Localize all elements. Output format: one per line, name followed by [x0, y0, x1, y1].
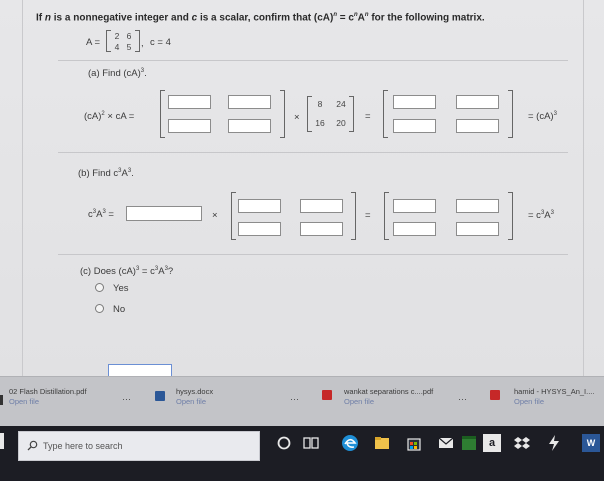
- file-explorer-icon[interactable]: [373, 434, 391, 452]
- download-open-link[interactable]: Open file: [514, 397, 544, 406]
- download-file-name: hysys.docx: [176, 387, 214, 396]
- answer-input[interactable]: [228, 95, 271, 109]
- matrix-a-cell: 4: [114, 42, 120, 52]
- download-file-name: 02 Flash Distillation.pdf: [9, 387, 87, 396]
- answer-input[interactable]: [393, 222, 436, 236]
- question-frame: [22, 0, 584, 376]
- part-a-lhs: (cA)2 × cA =: [84, 111, 135, 123]
- part-b-lhs: c3A3 =: [88, 209, 114, 221]
- download-item[interactable]: hysys.docx Open file: [155, 385, 295, 415]
- no-label: No: [113, 304, 126, 315]
- equals-sign: =: [365, 111, 371, 122]
- matrix-a-comma: ,: [141, 38, 144, 49]
- answer-input[interactable]: [393, 119, 436, 133]
- lightning-app-icon[interactable]: [545, 434, 563, 452]
- scalar-c-value: c = 4: [150, 37, 171, 48]
- download-item[interactable]: hamid - HYSYS_An_I.... Open file: [490, 385, 604, 415]
- pdf-file-icon: [322, 390, 332, 400]
- part-a-label: (a) Find (cA)3.: [88, 68, 147, 80]
- matrix-right-bracket: [508, 192, 513, 240]
- divider: [58, 152, 568, 153]
- answer-input[interactable]: [168, 119, 211, 133]
- part-b-label: (b) Find c3A3.: [78, 168, 134, 180]
- yes-radio[interactable]: [95, 283, 104, 292]
- yes-label: Yes: [113, 283, 129, 294]
- divider: [58, 254, 568, 255]
- given-matrix-cell: 8: [317, 99, 323, 109]
- given-matrix-right-bracket: [349, 96, 354, 132]
- start-button-edge[interactable]: [0, 433, 4, 449]
- docx-file-icon: [155, 391, 165, 401]
- dropbox-icon[interactable]: [513, 434, 531, 452]
- no-radio[interactable]: [95, 304, 104, 313]
- equals-sign: =: [365, 210, 371, 221]
- matrix-a-label: A =: [86, 37, 100, 48]
- answer-input[interactable]: [456, 222, 499, 236]
- search-placeholder: Type here to search: [43, 441, 123, 451]
- matrix-a-right-bracket: [135, 30, 140, 52]
- task-view-icon[interactable]: [302, 434, 320, 452]
- given-matrix-cell: 20: [336, 118, 346, 128]
- answer-input[interactable]: [168, 95, 211, 109]
- answer-input[interactable]: [238, 199, 281, 213]
- download-more-button[interactable]: ···: [122, 394, 131, 404]
- store-icon[interactable]: [405, 434, 423, 452]
- given-matrix-cell: 24: [336, 99, 346, 109]
- word-icon[interactable]: W: [582, 434, 600, 452]
- mail-icon[interactable]: [437, 434, 455, 452]
- matrix-right-bracket: [508, 90, 513, 138]
- answer-input[interactable]: [456, 95, 499, 109]
- download-open-link[interactable]: Open file: [176, 397, 206, 406]
- part-c-label: (c) Does (cA)3 = c3A3?: [80, 266, 174, 278]
- download-more-button[interactable]: ···: [290, 394, 299, 404]
- download-file-name: wankat separations c....pdf: [344, 387, 434, 396]
- times-sign: ×: [294, 112, 300, 123]
- matrix-left-bracket: [231, 192, 236, 240]
- question-panel: If n is a nonnegative integer and c is a…: [0, 0, 604, 377]
- matrix-right-bracket: [280, 90, 285, 138]
- taskbar: Type here to search a W: [0, 426, 604, 481]
- matrix-a-cell: 5: [126, 42, 132, 52]
- cortana-icon[interactable]: [275, 434, 293, 452]
- part-a-result: = (cA)3: [528, 111, 557, 123]
- download-item[interactable]: wankat separations c....pdf Open file: [322, 385, 462, 415]
- taskbar-search-box[interactable]: Type here to search: [18, 431, 260, 461]
- answer-input[interactable]: [456, 199, 499, 213]
- download-more-button[interactable]: ···: [458, 394, 467, 404]
- download-item[interactable]: 02 Flash Distillation.pdf Open file: [0, 385, 140, 415]
- answer-input[interactable]: [300, 222, 343, 236]
- given-matrix-cell: 16: [315, 118, 325, 128]
- answer-input[interactable]: [228, 119, 271, 133]
- download-open-link[interactable]: Open file: [9, 397, 39, 406]
- download-progress-marker: [0, 395, 3, 405]
- matrix-a-left-bracket: [106, 30, 111, 52]
- pdf-file-icon: [490, 390, 500, 400]
- answer-input[interactable]: [393, 199, 436, 213]
- answer-input[interactable]: [393, 95, 436, 109]
- question-prompt: If n is a nonnegative integer and c is a…: [36, 12, 485, 24]
- scalar-power-input[interactable]: [126, 206, 202, 221]
- matrix-left-bracket: [384, 192, 389, 240]
- answer-input[interactable]: [238, 222, 281, 236]
- calendar-icon[interactable]: [460, 434, 478, 452]
- download-open-link[interactable]: Open file: [344, 397, 374, 406]
- answer-input[interactable]: [456, 119, 499, 133]
- downloads-bar: 02 Flash Distillation.pdf Open file ··· …: [0, 376, 604, 427]
- download-file-name: hamid - HYSYS_An_I....: [514, 387, 595, 396]
- matrix-left-bracket: [160, 90, 165, 138]
- matrix-right-bracket: [351, 192, 356, 240]
- edge-browser-icon[interactable]: [341, 434, 359, 452]
- matrix-a-cell: 6: [126, 31, 132, 41]
- answer-input[interactable]: [300, 199, 343, 213]
- matrix-left-bracket: [383, 90, 388, 138]
- divider: [58, 60, 568, 61]
- matrix-a-cell: 2: [114, 31, 120, 41]
- search-icon: [27, 440, 38, 451]
- times-sign: ×: [212, 210, 218, 221]
- app-a-icon[interactable]: a: [483, 434, 501, 452]
- part-b-result: = c3A3: [528, 210, 554, 222]
